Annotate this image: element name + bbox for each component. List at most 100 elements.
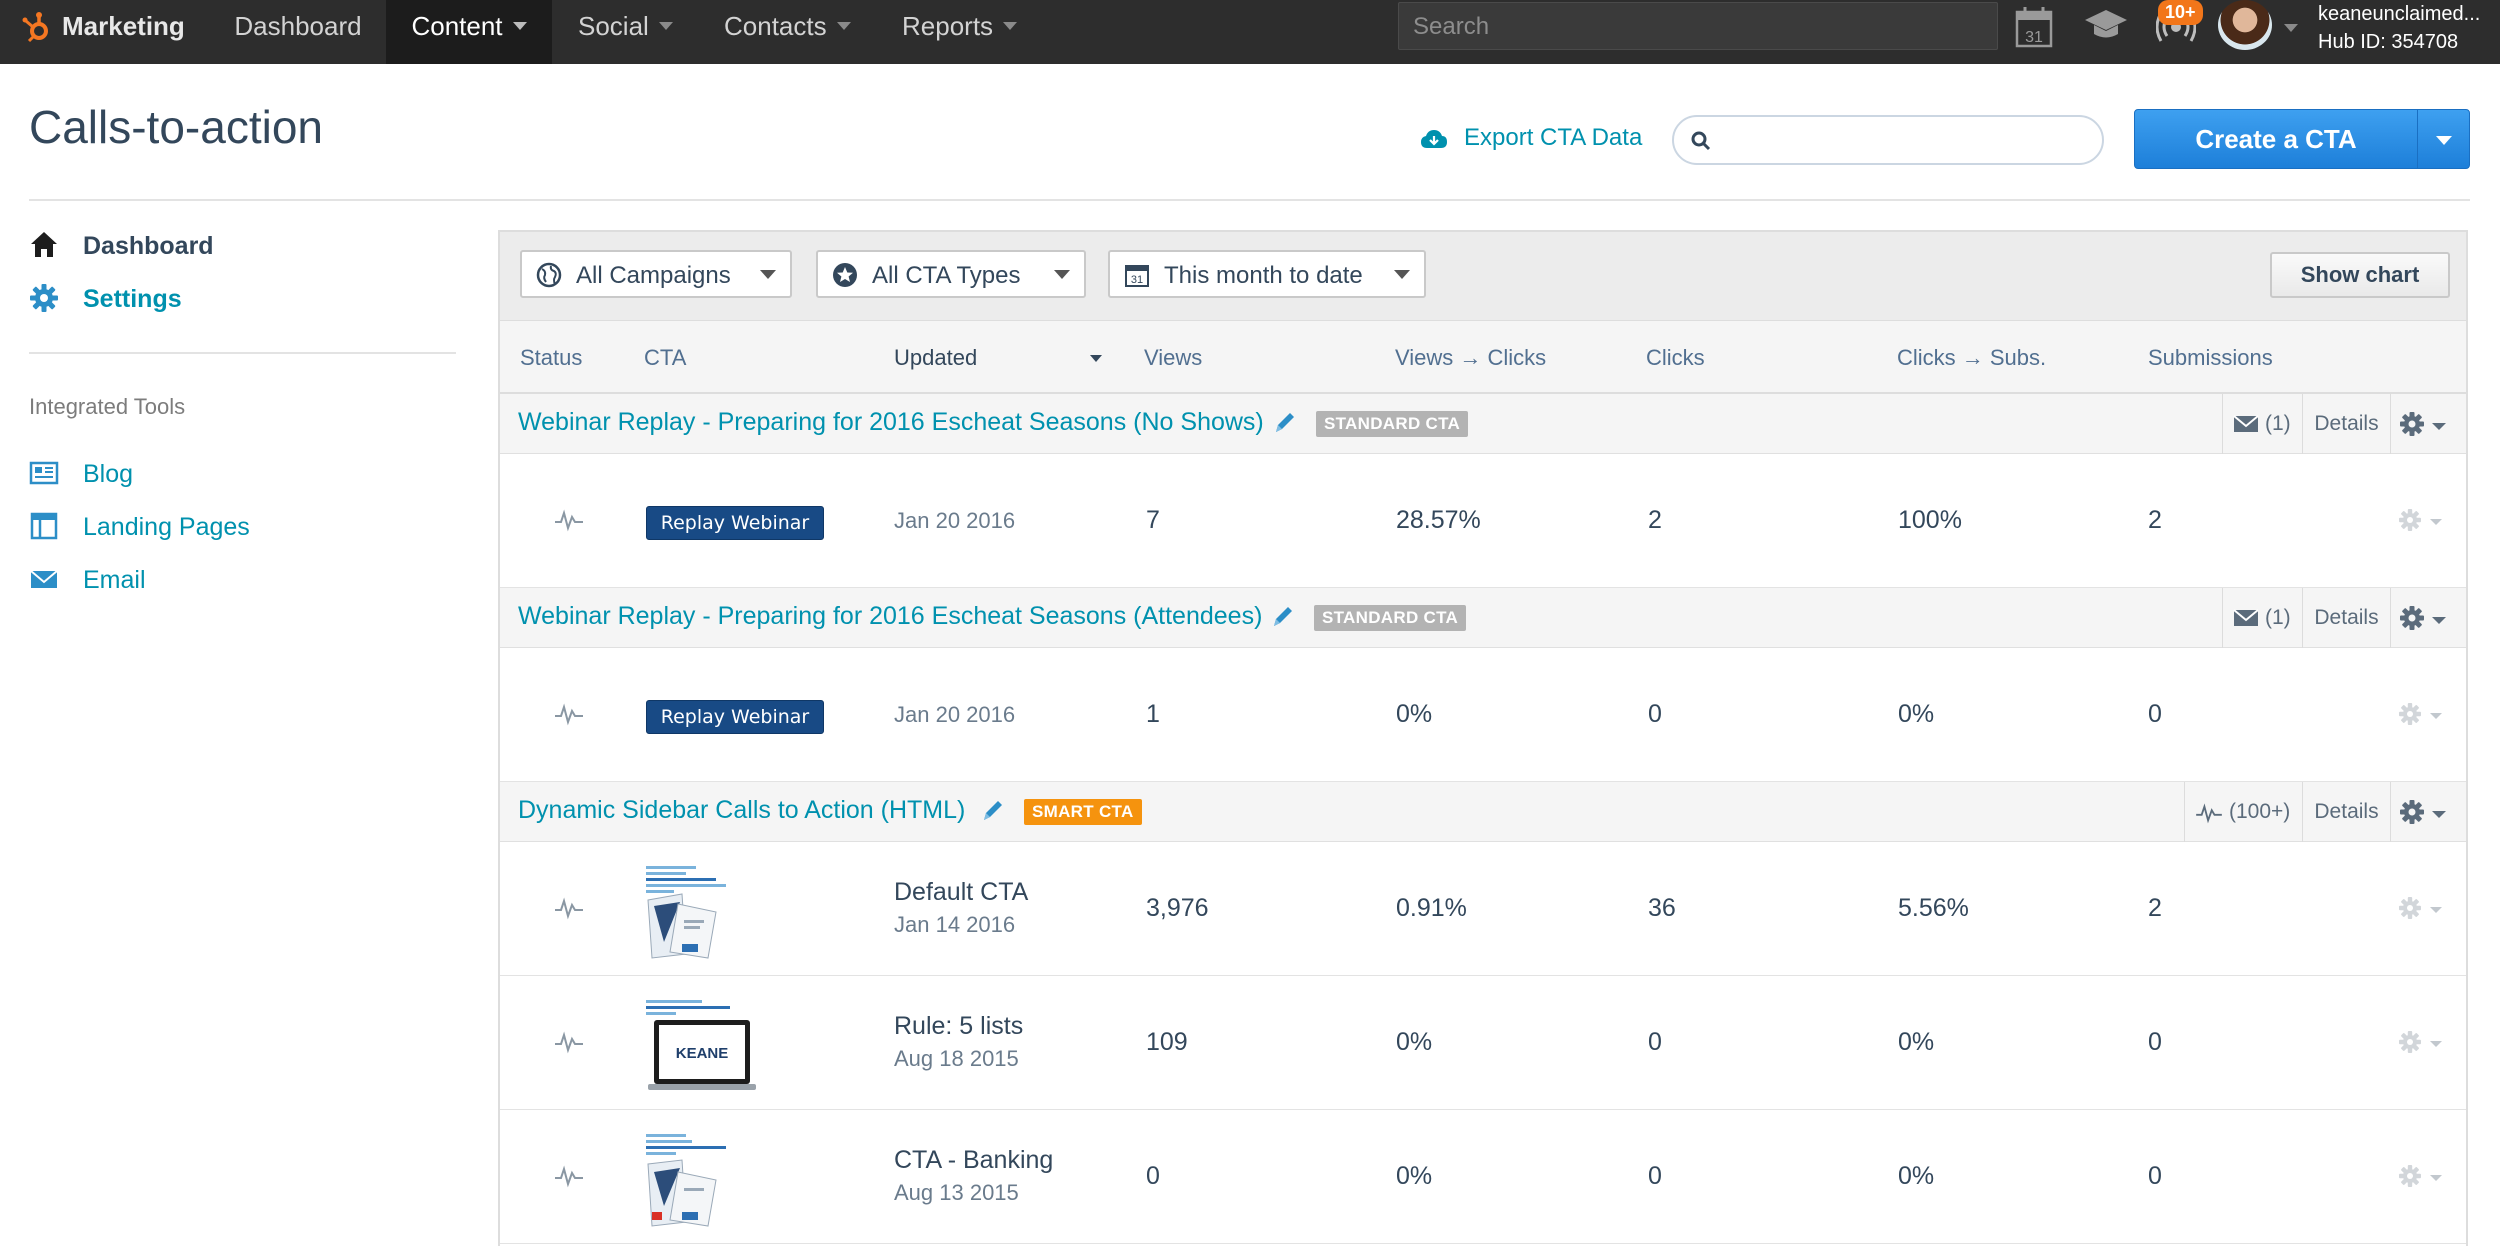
academy-graduation-cap-icon[interactable]	[2084, 8, 2128, 42]
table-row[interactable]: Replay Webinar Jan 20 2016 7 28.57% 2 10…	[500, 454, 2466, 588]
column-header-clicks-to-subs[interactable]: Clicks → Subs.	[1897, 345, 2046, 371]
nav-reports[interactable]: Reports	[902, 0, 1018, 64]
email-usage-count[interactable]: (1)	[2222, 588, 2302, 648]
email-usage-count[interactable]: (1)	[2222, 394, 2302, 454]
date-range-filter-select[interactable]: 31 This month to date	[1108, 250, 1426, 298]
edit-pencil-icon[interactable]	[1270, 604, 1294, 630]
cta-button-preview[interactable]: Replay Webinar	[646, 700, 824, 734]
chevron-down-icon	[1394, 270, 1410, 279]
column-header-clicks[interactable]: Clicks	[1646, 345, 1705, 371]
group-settings-menu[interactable]	[2390, 782, 2466, 842]
globe-icon	[536, 262, 562, 288]
page-title: Calls-to-action	[29, 101, 323, 153]
cta-thumbnail-image[interactable]: KEANE	[644, 998, 780, 1094]
column-header-updated[interactable]: Updated	[894, 345, 977, 371]
sidebar-divider	[29, 352, 456, 354]
table-row[interactable]: KEANE Rule: 5 lists Aug 18 2015 109 0% 0…	[500, 976, 2466, 1110]
cta-variant-name: CTA - Banking	[894, 1146, 1054, 1174]
cta-search-input[interactable]	[1672, 115, 2104, 165]
activity-pulse-icon	[555, 897, 583, 920]
group-settings-menu[interactable]	[2390, 394, 2466, 454]
updated-date: Jan 20 2016	[894, 508, 1016, 533]
table-row[interactable]: CTA - Banking Aug 13 2015 0 0% 0 0% 0	[500, 1110, 2466, 1244]
calendar-day: 31	[1131, 274, 1143, 286]
account-menu[interactable]: keaneunclaimed... Hub ID: 354708	[2318, 0, 2480, 56]
blog-icon	[29, 461, 59, 485]
nav-content-label: Content	[411, 11, 503, 41]
nav-contacts[interactable]: Contacts	[724, 0, 851, 64]
email-icon	[2233, 609, 2259, 626]
details-link[interactable]: Details	[2302, 588, 2390, 648]
smart-cta-tag: SMART CTA	[1024, 799, 1142, 825]
cta-group-title-link[interactable]: Dynamic Sidebar Calls to Action (HTML)	[518, 796, 965, 825]
show-chart-button[interactable]: Show chart	[2270, 252, 2450, 298]
table-row[interactable]: Replay Webinar Jan 20 2016 1 0% 0 0% 0	[500, 648, 2466, 782]
campaigns-filter-value: All Campaigns	[576, 262, 731, 289]
global-search-placeholder: Search	[1413, 13, 1490, 40]
sidebar-item-label: Email	[83, 566, 146, 594]
activity-pulse-icon	[555, 1031, 583, 1054]
cta-group-title-link[interactable]: Webinar Replay - Preparing for 2016 Esch…	[518, 602, 1262, 631]
column-header-submissions[interactable]: Submissions	[2148, 345, 2273, 371]
cta-thumbnail-image[interactable]	[644, 864, 780, 960]
nav-reports-label: Reports	[902, 11, 994, 41]
chevron-down-icon	[658, 22, 673, 30]
row-gear-dropdown-icon[interactable]	[2398, 508, 2452, 534]
details-link[interactable]: Details	[2302, 782, 2390, 842]
cta-group-header: Dynamic Sidebar Calls to Action (HTML) S…	[500, 782, 2466, 842]
export-cta-data-label: Export CTA Data	[1464, 124, 1643, 151]
column-header-status[interactable]: Status	[520, 345, 582, 371]
nav-dashboard[interactable]: Dashboard	[212, 0, 384, 64]
brand-marketing[interactable]: Marketing	[62, 0, 185, 64]
row-gear-dropdown-icon[interactable]	[2398, 896, 2452, 922]
sidebar-item-label: Blog	[83, 460, 134, 488]
create-cta-dropdown-toggle[interactable]	[2417, 110, 2469, 168]
user-avatar[interactable]	[2218, 0, 2272, 50]
hubspot-sprocket-icon[interactable]	[20, 10, 54, 44]
clicks-to-subs-value: 0%	[1898, 1028, 1935, 1056]
nav-content[interactable]: Content	[386, 0, 552, 64]
smart-rule-count[interactable]: (100+)	[2184, 782, 2302, 842]
sort-descending-icon[interactable]	[1090, 355, 1102, 362]
views-value: 0	[1146, 1162, 1160, 1190]
cta-thumbnail-image[interactable]	[644, 1132, 780, 1228]
submissions-value: 2	[2148, 506, 2162, 534]
chevron-down-icon	[512, 22, 527, 30]
search-icon	[1691, 131, 1711, 151]
sidebar-item-label: Landing Pages	[83, 513, 250, 541]
campaigns-filter-select[interactable]: All Campaigns	[520, 250, 792, 298]
row-gear-dropdown-icon[interactable]	[2398, 702, 2452, 728]
edit-pencil-icon[interactable]	[1272, 410, 1296, 436]
table-row[interactable]: Default CTA Jan 14 2016 3,976 0.91% 36 5…	[500, 842, 2466, 976]
star-badge-icon	[833, 263, 857, 287]
cta-variant-name: Default CTA	[894, 878, 1029, 906]
account-chevron-down-icon[interactable]	[2284, 24, 2298, 32]
column-header-views-to-clicks[interactable]: Views → Clicks	[1395, 345, 1546, 371]
cta-button-preview[interactable]: Replay Webinar	[646, 506, 824, 540]
global-search-input[interactable]: Search	[1398, 2, 1998, 50]
row-gear-dropdown-icon[interactable]	[2398, 1164, 2452, 1190]
column-header-cta[interactable]: CTA	[644, 345, 686, 371]
account-name: keaneunclaimed...	[2318, 3, 2481, 25]
cta-variant-name: Rule: 5 lists	[894, 1012, 1024, 1040]
activity-pulse-icon	[555, 1165, 583, 1188]
cta-types-filter-select[interactable]: All CTA Types	[816, 250, 1086, 298]
details-link[interactable]: Details	[2302, 394, 2390, 454]
group-settings-menu[interactable]	[2390, 588, 2466, 648]
edit-pencil-icon[interactable]	[980, 798, 1004, 824]
calendar-icon[interactable]: 31	[2014, 4, 2054, 50]
create-cta-button[interactable]: Create a CTA	[2134, 109, 2470, 169]
clicks-to-subs-value: 0%	[1898, 700, 1935, 728]
updated-date: Jan 14 2016	[894, 912, 1016, 937]
cta-group-title-link[interactable]: Webinar Replay - Preparing for 2016 Esch…	[518, 408, 1264, 437]
column-header-views[interactable]: Views	[1144, 345, 1202, 371]
views-value: 7	[1146, 506, 1160, 534]
filter-bar: All Campaigns All CTA Types 31 This mont…	[500, 232, 2466, 320]
standard-cta-tag: STANDARD CTA	[1316, 411, 1469, 437]
submissions-value: 0	[2148, 1162, 2162, 1190]
nav-social[interactable]: Social	[578, 0, 673, 64]
keane-logo-text: KEANE	[676, 1045, 729, 1062]
clicks-value: 0	[1648, 1028, 1662, 1056]
clicks-value: 2	[1648, 506, 1662, 534]
row-gear-dropdown-icon[interactable]	[2398, 1030, 2452, 1056]
